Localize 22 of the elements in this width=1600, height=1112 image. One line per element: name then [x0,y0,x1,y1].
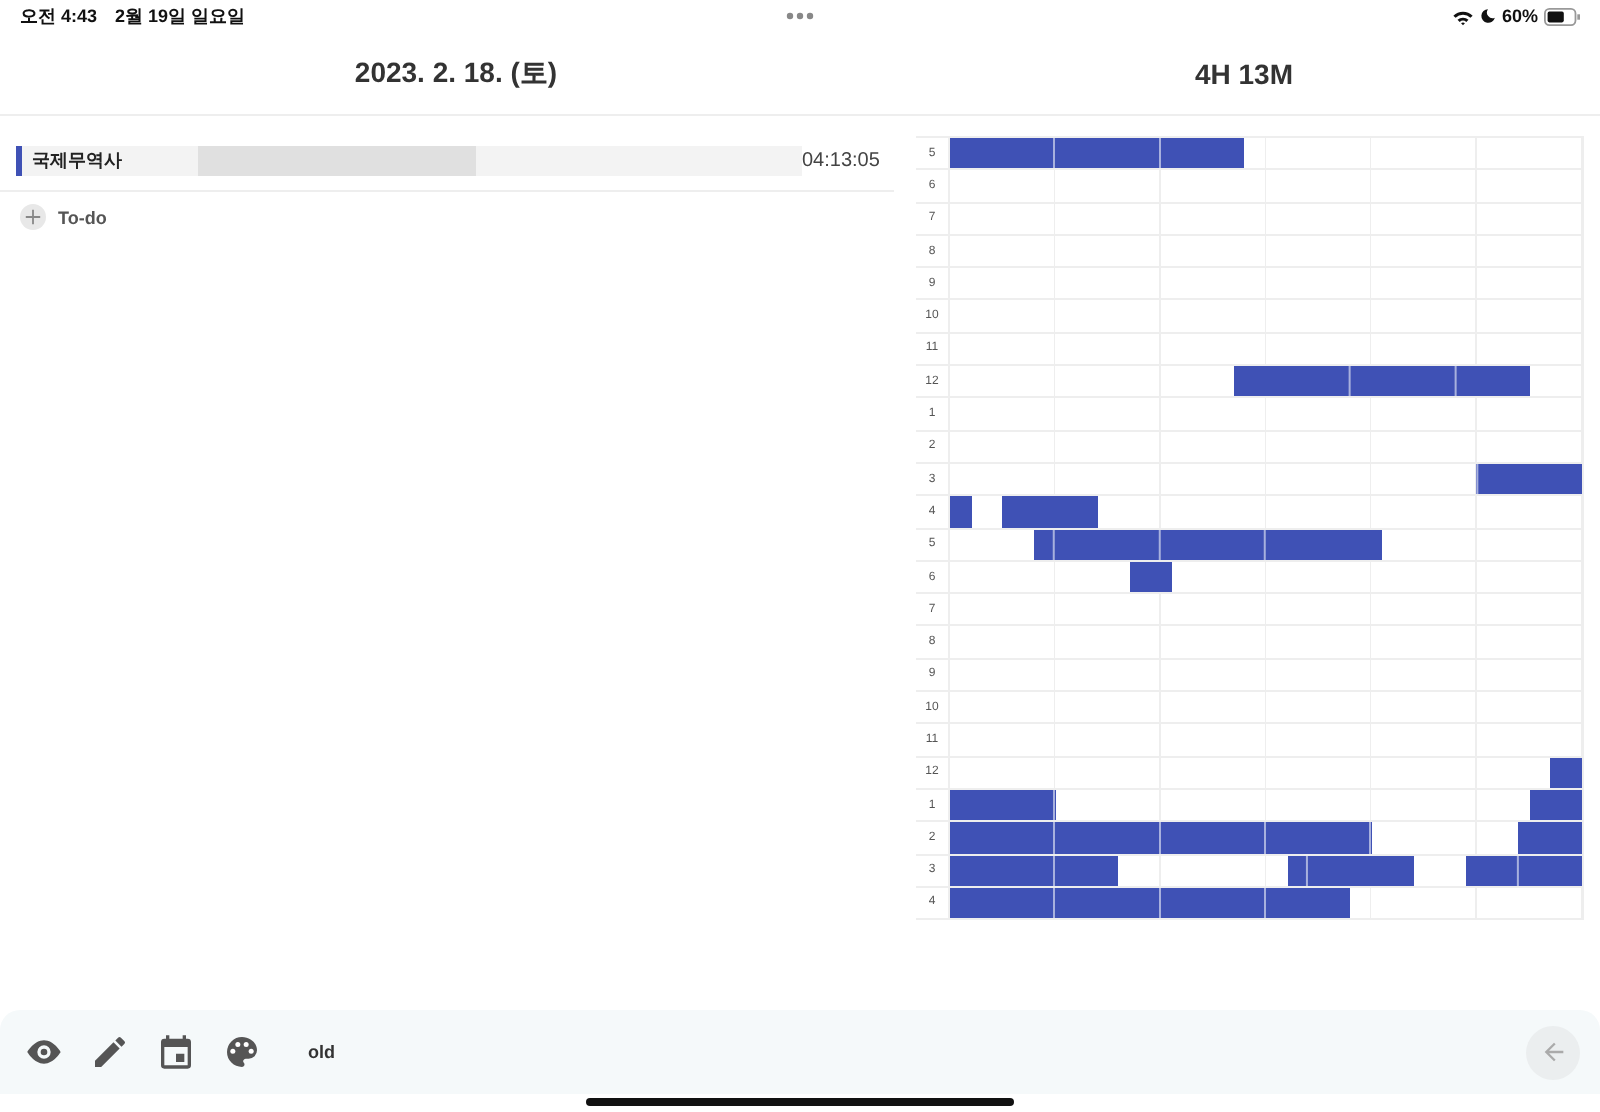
battery-icon [1544,7,1580,25]
total-time: 4H 13M [1194,57,1294,89]
moon-icon [1479,8,1496,24]
pencil-icon[interactable] [90,1032,130,1072]
calendar-icon[interactable] [156,1032,196,1072]
mode-label[interactable]: old [308,1042,335,1062]
palette-icon[interactable] [222,1032,262,1072]
study-time: 04:13:05 [802,150,880,172]
clock-time: 오전 4:43 [20,3,98,29]
time-block [950,496,972,528]
time-block [1476,463,1582,495]
add-button[interactable] [20,204,46,230]
wifi-icon [1451,7,1474,25]
status-date: 2월 19일 일요일 [115,3,246,29]
subject-row[interactable]: 국제무역사 [16,146,802,176]
date-title: 2023. 2. 18. (토) [354,55,558,91]
todo-label[interactable]: To-do [58,207,107,227]
battery-level: 60% [1501,6,1538,26]
subject-name: 국제무역사 [30,148,124,174]
arrow-icon [1539,1038,1567,1066]
plus-icon [24,208,42,226]
more-icon [784,10,816,22]
